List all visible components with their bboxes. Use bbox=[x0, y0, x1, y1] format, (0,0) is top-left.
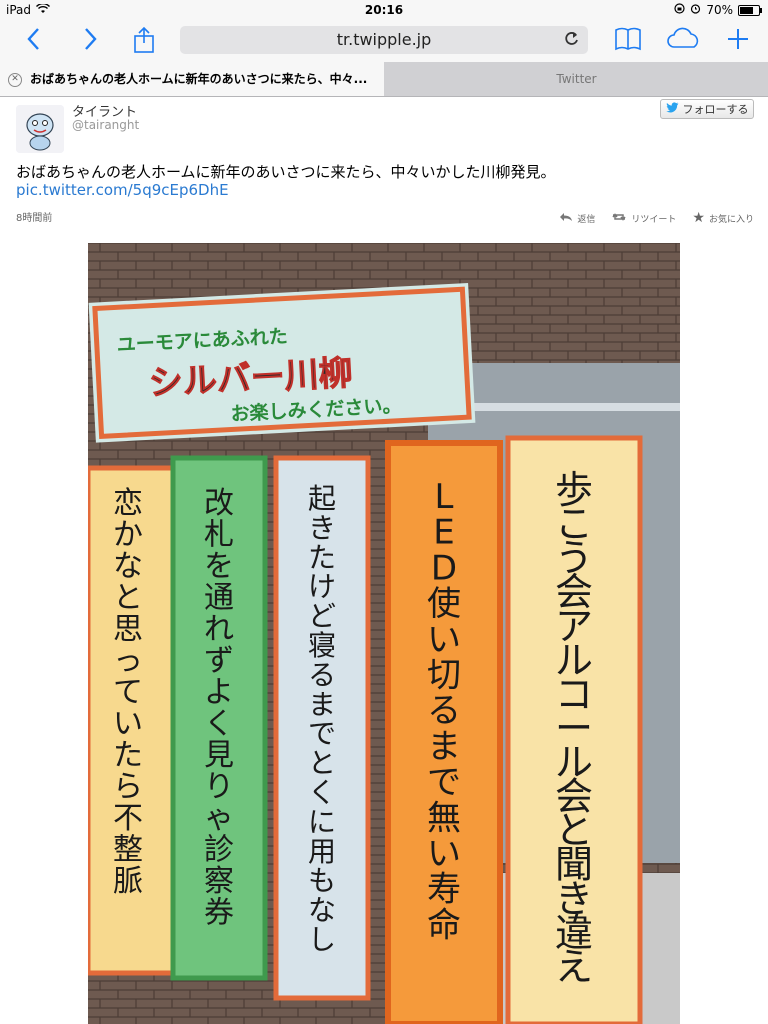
tab-current[interactable]: ✕ おばあちゃんの老人ホームに新年のあいさつに来たら、中々... bbox=[0, 62, 384, 96]
senryu-strip-1: 恋かなと思っていたら不整脈 bbox=[88, 465, 186, 976]
senryu-strip-2: 改札を通れずよく見りゃ診察券 bbox=[170, 455, 268, 981]
senryu-text-1: 恋かなと思っていたら不整脈 bbox=[113, 486, 143, 899]
retweet-action[interactable]: リツイート bbox=[611, 210, 676, 226]
bookmarks-icon[interactable] bbox=[614, 26, 642, 58]
rotation-lock-icon bbox=[674, 3, 685, 17]
tab-twitter[interactable]: Twitter bbox=[385, 62, 768, 96]
retweet-label: リツイート bbox=[631, 214, 677, 225]
tweet-photo-link[interactable]: pic.twitter.com/5q9cEp6DhE bbox=[16, 181, 229, 199]
follow-button[interactable]: フォローする bbox=[660, 99, 754, 119]
tweet-actions: 返信 リツイート ★ お気に入り bbox=[559, 210, 754, 226]
tab-bar: ✕ おばあちゃんの老人ホームに新年のあいさつに来たら、中々... Twitter bbox=[0, 62, 768, 97]
senryu-strip-5: 歩こう会アルコール会と聞き違え bbox=[505, 435, 643, 1024]
reply-label: 返信 bbox=[577, 214, 596, 225]
screen-name[interactable]: @tairanght bbox=[72, 118, 139, 132]
senryu-photo: ユーモアにあふれた シルバー川柳 お楽しみください。 恋かなと思っていたら不整脈… bbox=[88, 243, 680, 1024]
senryu-strip-4: L E D 使い切るまで無い寿命 bbox=[385, 440, 503, 1024]
tweet-text: おばあちゃんの老人ホームに新年のあいさつに来たら、中々いかした川柳発見。 bbox=[16, 163, 556, 181]
star-icon: ★ bbox=[692, 210, 705, 226]
close-tab-icon[interactable]: ✕ bbox=[8, 73, 22, 87]
cloud-tabs-icon[interactable] bbox=[666, 26, 702, 58]
url-text: tr.twipple.jp bbox=[336, 30, 432, 49]
battery-percent: 70% bbox=[706, 3, 733, 17]
retweet-icon bbox=[611, 210, 627, 226]
clock: 20:16 bbox=[364, 3, 404, 17]
favorite-action[interactable]: ★ お気に入り bbox=[692, 210, 754, 226]
header-banner: ユーモアにあふれた シルバー川柳 お楽しみください。 bbox=[88, 282, 476, 443]
tweet-timestamp[interactable]: 8時間前 bbox=[16, 209, 52, 224]
share-icon[interactable] bbox=[132, 26, 156, 60]
tab-title: おばあちゃんの老人ホームに新年のあいさつに来たら、中々... bbox=[30, 72, 368, 86]
avatar[interactable] bbox=[16, 105, 64, 153]
senryu-text-5: 歩こう会アルコール会と聞き違え bbox=[555, 468, 593, 989]
new-tab-icon[interactable] bbox=[726, 26, 750, 58]
tweet-photo[interactable]: ユーモアにあふれた シルバー川柳 お楽しみください。 恋かなと思っていたら不整脈… bbox=[88, 243, 680, 1024]
address-bar[interactable]: tr.twipple.jp bbox=[180, 26, 588, 54]
tweet-page: タイラント @tairanght フォローする おばあちゃんの老人ホームに新年の… bbox=[0, 97, 768, 1024]
senryu-text-2: 改札を通れずよく見りゃ診察券 bbox=[204, 486, 234, 931]
battery-icon bbox=[738, 4, 762, 16]
back-icon[interactable] bbox=[26, 26, 42, 58]
status-bar: iPad 20:16 70% bbox=[0, 0, 768, 20]
follow-label: フォローする bbox=[682, 103, 749, 116]
twitter-bird-icon bbox=[665, 102, 679, 116]
senryu-text-3: 起きたけど寝るまでとくに用もなし bbox=[308, 482, 336, 956]
senryu-strip-3: 起きたけど寝るまでとくに用もなし bbox=[273, 455, 371, 1001]
reply-action[interactable]: 返信 bbox=[559, 210, 595, 226]
forward-icon[interactable] bbox=[82, 26, 98, 58]
favorite-label: お気に入り bbox=[708, 214, 754, 225]
reply-icon bbox=[559, 210, 573, 226]
reload-icon[interactable] bbox=[564, 28, 580, 53]
browser-toolbar: tr.twipple.jp bbox=[0, 20, 768, 62]
alarm-icon bbox=[690, 3, 701, 17]
